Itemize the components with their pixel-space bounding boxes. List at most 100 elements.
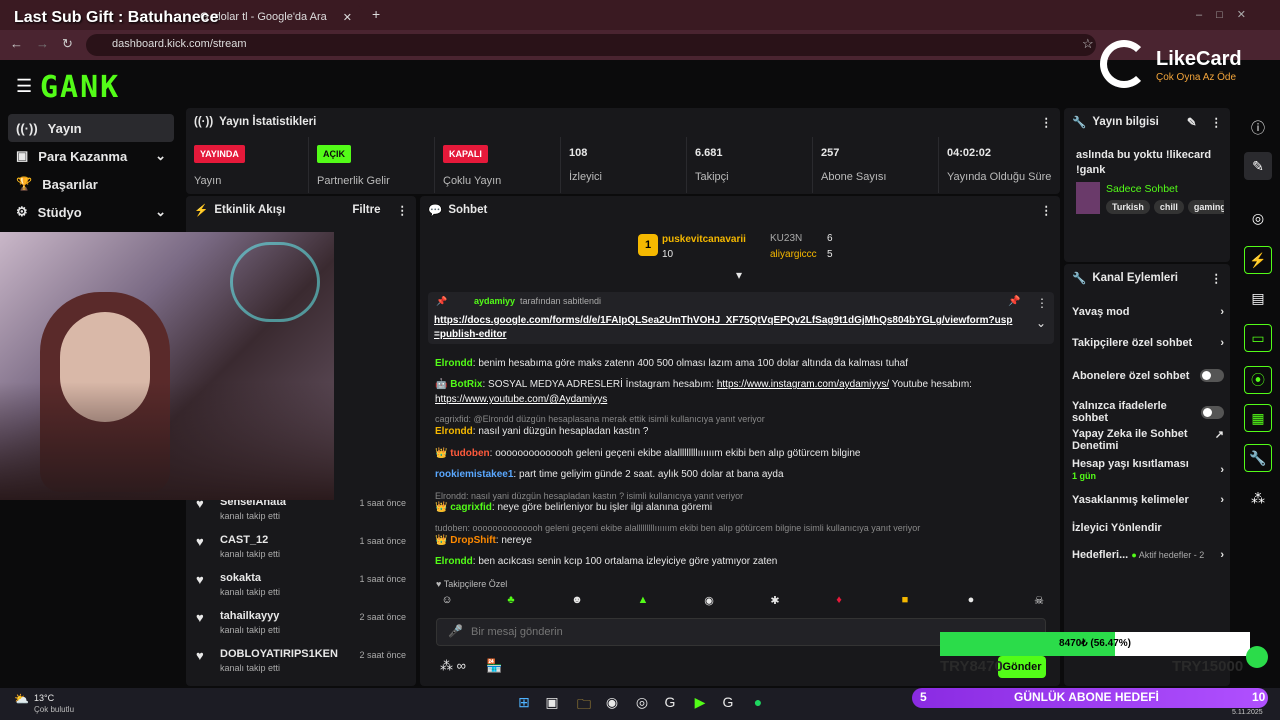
- chat-username[interactable]: rookiemistakee1: [435, 469, 513, 480]
- more-options-icon[interactable]: ⋮: [397, 203, 409, 217]
- pinned-link[interactable]: https://docs.google.com/forms/d/e/1FAIpQ…: [434, 314, 1014, 342]
- action-ai-moderation[interactable]: Yapay Zeka ile Sohbet Denetimi ↗: [1072, 428, 1224, 452]
- layout-icon[interactable]: ▦: [1244, 404, 1272, 432]
- action-banned-words[interactable]: Yasaklanmış kelimeler ›: [1072, 494, 1224, 506]
- category-thumbnail[interactable]: [1076, 182, 1100, 214]
- action-followers-only[interactable]: Takipçilere özel sohbet ›: [1072, 337, 1224, 349]
- camera-icon[interactable]: ◎: [1244, 204, 1272, 232]
- emote-icon[interactable]: ■: [896, 594, 914, 610]
- follower-name[interactable]: sokakta: [220, 572, 261, 584]
- more-options-icon[interactable]: ⋮: [1041, 203, 1053, 217]
- unpin-icon[interactable]: 📌: [1008, 296, 1020, 307]
- follower-name[interactable]: CAST_12: [220, 534, 268, 546]
- app-icon[interactable]: G: [660, 694, 680, 714]
- chevron-down-icon[interactable]: ⌄: [1036, 316, 1046, 330]
- chat-username[interactable]: Elrondd: [435, 556, 473, 567]
- new-tab-button[interactable]: +: [372, 6, 380, 22]
- emote-icon[interactable]: ☠: [1030, 594, 1048, 610]
- close-tab-icon[interactable]: ✕: [343, 11, 352, 24]
- edit-icon[interactable]: ✎: [1244, 152, 1272, 180]
- chat-username[interactable]: Elrondd: [435, 426, 473, 437]
- chat-text: : part time geliyim günde 2 saat. aylık …: [513, 469, 784, 480]
- stream-stats-header: ((·)) Yayın İstatistikleri ⋮: [186, 108, 1060, 136]
- task-view-icon[interactable]: ▣: [542, 694, 562, 714]
- sidebar-item-studyo[interactable]: ⚙ Stüdyo ⌄: [8, 198, 174, 226]
- more-options-icon[interactable]: ⋮: [1211, 271, 1223, 285]
- action-slow-mode[interactable]: Yavaş mod ›: [1072, 306, 1224, 318]
- emote-icon[interactable]: ✱: [766, 594, 784, 610]
- tag[interactable]: gaming: [1187, 200, 1224, 214]
- toggle-switch[interactable]: [1200, 369, 1224, 382]
- chat-text: : oooooooooooooh geleni geçeni ekibe ala…: [489, 448, 861, 459]
- toggle-switch[interactable]: [1200, 405, 1224, 419]
- sidebar-item-basarilar[interactable]: 🏆 Başarılar: [8, 170, 174, 198]
- follower-name[interactable]: DOBLOYATIRIPS1KEN: [220, 648, 338, 660]
- leader-name[interactable]: puskevitcanavarii: [662, 234, 746, 245]
- chat-icon[interactable]: ▭: [1244, 324, 1272, 352]
- menu-icon[interactable]: ☰: [16, 76, 32, 97]
- bookmark-star-icon[interactable]: ☆: [1082, 36, 1094, 52]
- chat-username[interactable]: cagrixfid: [450, 502, 492, 513]
- send-button[interactable]: Gönder: [998, 656, 1046, 678]
- emote-icon[interactable]: ♦: [830, 594, 848, 610]
- store-icon[interactable]: 🏪: [486, 658, 502, 674]
- info-icon[interactable]: ⓘ: [1244, 114, 1272, 142]
- tag[interactable]: chill: [1153, 200, 1184, 214]
- file-explorer-icon[interactable]: 🗀: [574, 694, 594, 714]
- obs-icon[interactable]: ◉: [602, 694, 622, 714]
- chat-link[interactable]: https://www.youtube.com/@Aydamiyys: [435, 394, 607, 405]
- tag[interactable]: Turkish: [1106, 200, 1150, 214]
- sidebar-item-para-kazanma[interactable]: ▣ Para Kazanma ⌄: [8, 142, 174, 170]
- chat-username[interactable]: Elrondd: [435, 358, 473, 369]
- bolt-icon[interactable]: ⚡: [1244, 246, 1272, 274]
- windows-start-icon[interactable]: ⊞: [514, 694, 534, 714]
- url-bar[interactable]: dashboard.kick.com/stream: [86, 34, 1096, 56]
- category-name[interactable]: Sadece Sohbet: [1106, 183, 1178, 195]
- infinity-icon[interactable]: ⁂ ∞: [440, 658, 466, 674]
- action-account-age[interactable]: Hesap yaşı kısıtlaması 1 gün ›: [1072, 458, 1224, 482]
- broadcast-icon[interactable]: ⦿: [1244, 366, 1272, 394]
- chrome-icon[interactable]: ◎: [632, 694, 652, 714]
- reload-icon[interactable]: ↻: [62, 36, 73, 52]
- filter-button[interactable]: Filtre: [352, 204, 380, 216]
- leader-name[interactable]: aliyargiccc: [770, 249, 817, 260]
- stat-card-yayin: YAYINDA Yayın: [186, 137, 308, 193]
- action-raid[interactable]: İzleyici Yönlendir: [1072, 522, 1224, 534]
- more-options-icon[interactable]: ⋮: [1211, 115, 1223, 129]
- stat-label: Yayında Olduğu Süre: [947, 171, 1052, 183]
- more-options-icon[interactable]: ⋮: [1041, 115, 1053, 129]
- wrench-icon[interactable]: 🔧: [1244, 444, 1272, 472]
- chat-link[interactable]: https://www.instagram.com/aydamiyys/: [717, 379, 889, 390]
- emote-icon[interactable]: ☺: [438, 594, 456, 610]
- pinned-by-user[interactable]: aydamiyy: [474, 296, 515, 306]
- follower-name[interactable]: tahailkayyy: [220, 610, 279, 622]
- collapse-icon[interactable]: ▾: [736, 268, 742, 282]
- app-icon[interactable]: G: [718, 694, 738, 714]
- action-subscribers-only[interactable]: Abonelere özel sohbet: [1072, 369, 1224, 382]
- chat-username[interactable]: DropShift: [450, 535, 496, 546]
- share-icon[interactable]: ⁂: [1244, 484, 1272, 512]
- emote-icon[interactable]: ◉: [700, 594, 718, 610]
- emote-icon[interactable]: ●: [962, 594, 980, 610]
- edit-icon[interactable]: ✎: [1187, 115, 1197, 129]
- leader-name[interactable]: KU23N: [770, 233, 802, 244]
- chat-username[interactable]: tudoben: [450, 448, 489, 459]
- emote-icon[interactable]: ♣: [502, 594, 520, 610]
- emote-icon[interactable]: ☻: [568, 594, 586, 610]
- window-controls[interactable]: –□✕: [1196, 8, 1260, 21]
- emote-icon[interactable]: ▲: [634, 594, 652, 610]
- action-emotes-only[interactable]: Yalnızca ifadelerle sohbet: [1072, 400, 1224, 424]
- more-options-icon[interactable]: ⋮: [1036, 296, 1048, 310]
- spotify-icon[interactable]: ●: [748, 694, 768, 714]
- kick-app-icon[interactable]: ▶: [690, 694, 710, 714]
- weather-icon[interactable]: ⛅: [14, 692, 29, 706]
- sidebar-item-yayin[interactable]: ((·)) Yayın: [8, 114, 174, 142]
- microphone-icon[interactable]: 🎤: [448, 624, 463, 638]
- document-icon[interactable]: ▤: [1244, 284, 1272, 312]
- chat-username[interactable]: BotRix: [450, 379, 482, 390]
- forward-icon[interactable]: →: [36, 36, 49, 51]
- back-icon[interactable]: ←: [10, 36, 23, 51]
- action-goals[interactable]: Hedefleri... ● Aktif hedefler - 2 ›: [1072, 549, 1224, 561]
- kick-logo[interactable]: GANK: [40, 72, 174, 104]
- activity-time: 2 saat önce: [359, 612, 406, 622]
